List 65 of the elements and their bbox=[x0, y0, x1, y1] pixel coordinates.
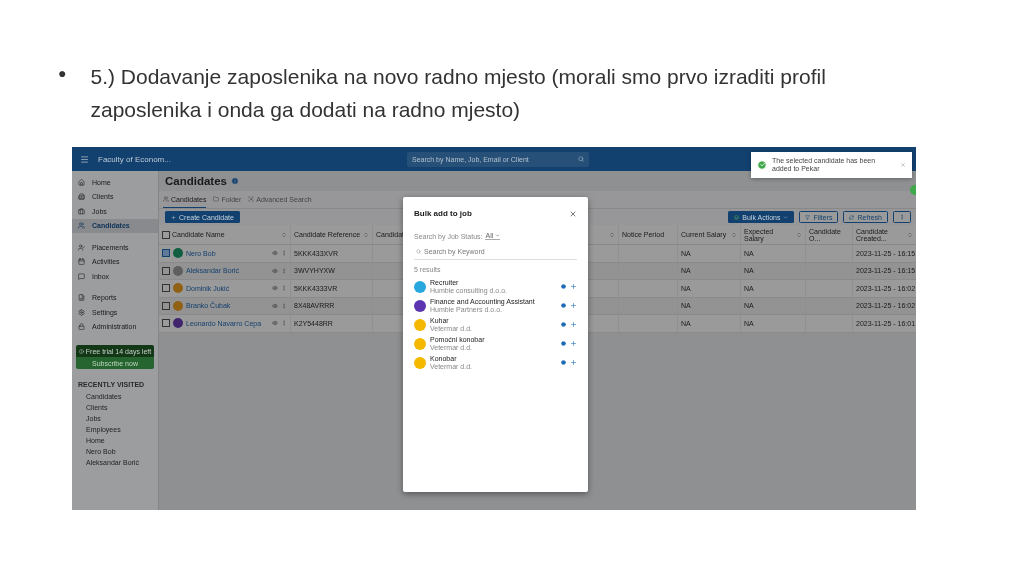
search-icon bbox=[416, 249, 421, 254]
check-icon bbox=[757, 160, 767, 170]
settings-icon bbox=[78, 308, 85, 316]
add-icon[interactable] bbox=[570, 283, 577, 290]
dot-icon bbox=[561, 284, 566, 289]
info-icon[interactable] bbox=[231, 177, 239, 185]
caret-icon bbox=[783, 214, 789, 220]
people-icon bbox=[78, 222, 85, 230]
slide-text: 5.) Dodavanje zaposlenika na novo radno mjesto (morali smo prvo izraditi profil zaposlenika i onda ga dodati na radno mjesto) bbox=[90, 64, 827, 123]
search-icon bbox=[248, 196, 255, 202]
add-icon[interactable] bbox=[570, 321, 577, 328]
eye-icon[interactable] bbox=[272, 285, 278, 292]
kebab-icon[interactable] bbox=[281, 250, 287, 257]
checkbox[interactable] bbox=[162, 266, 170, 275]
sort-icon[interactable] bbox=[281, 231, 287, 238]
plus-icon bbox=[171, 214, 176, 220]
eye-icon[interactable] bbox=[272, 302, 278, 309]
layers-icon bbox=[734, 214, 740, 220]
caret-icon bbox=[495, 233, 501, 238]
dot-icon bbox=[561, 341, 566, 346]
calendar-icon bbox=[78, 258, 85, 266]
bullet-mark: ● bbox=[58, 64, 67, 83]
more-button[interactable] bbox=[893, 211, 911, 223]
sort-icon[interactable] bbox=[609, 231, 615, 238]
sort-icon[interactable] bbox=[731, 231, 737, 238]
home-icon bbox=[78, 178, 85, 186]
eye-icon[interactable] bbox=[272, 320, 278, 327]
dot-icon bbox=[561, 360, 566, 365]
briefcase-icon bbox=[78, 207, 85, 215]
info-icon bbox=[78, 348, 84, 354]
kebab-icon[interactable] bbox=[281, 320, 287, 327]
building-icon bbox=[78, 193, 85, 201]
checkbox[interactable] bbox=[162, 301, 170, 310]
checkbox[interactable] bbox=[162, 249, 170, 258]
page-title: Candidates bbox=[165, 175, 227, 187]
sort-icon[interactable] bbox=[907, 231, 913, 238]
dialog-title: Bulk add to job bbox=[414, 209, 472, 218]
refresh-icon bbox=[849, 214, 855, 220]
chat-icon bbox=[78, 272, 85, 280]
close-icon[interactable] bbox=[569, 209, 577, 218]
sort-icon[interactable] bbox=[796, 231, 802, 238]
app-title: Faculty of Econom... bbox=[98, 154, 172, 164]
menu-icon[interactable] bbox=[80, 154, 89, 164]
checkbox[interactable] bbox=[162, 284, 170, 293]
add-icon[interactable] bbox=[570, 302, 577, 309]
checkbox[interactable] bbox=[162, 319, 170, 328]
search-icon bbox=[578, 156, 584, 162]
eye-icon[interactable] bbox=[272, 250, 278, 257]
dot-icon bbox=[561, 303, 566, 308]
kebab-icon bbox=[899, 214, 905, 220]
dot-icon bbox=[561, 322, 566, 327]
checkbox[interactable] bbox=[162, 230, 170, 239]
person-icon bbox=[78, 243, 85, 251]
filter-icon bbox=[805, 214, 811, 220]
add-icon[interactable] bbox=[570, 340, 577, 347]
lock-icon bbox=[78, 323, 85, 331]
chart-icon bbox=[78, 294, 85, 302]
eye-icon[interactable] bbox=[272, 267, 278, 274]
people-icon bbox=[163, 196, 169, 202]
sort-icon[interactable] bbox=[363, 231, 369, 238]
kebab-icon[interactable] bbox=[281, 285, 287, 292]
folder-icon bbox=[213, 196, 220, 202]
add-icon[interactable] bbox=[570, 359, 577, 366]
kebab-icon[interactable] bbox=[281, 302, 287, 309]
kebab-icon[interactable] bbox=[281, 267, 287, 274]
